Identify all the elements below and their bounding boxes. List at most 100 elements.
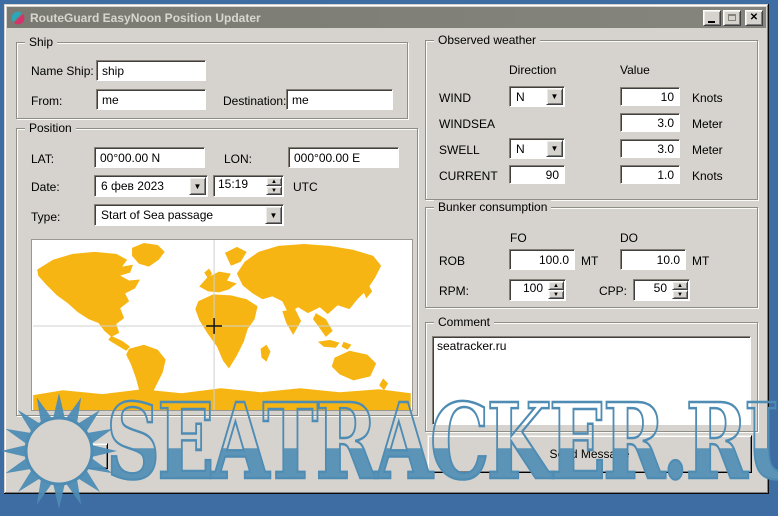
send-message-button[interactable]: Send Message bbox=[427, 435, 752, 473]
cpp-up-button[interactable]: ▲ bbox=[672, 281, 688, 290]
maximize-icon bbox=[728, 14, 736, 21]
comment-groupbox: Comment seatracker.ru bbox=[425, 322, 758, 432]
app-icon bbox=[10, 10, 26, 26]
name-ship-label: Name Ship: bbox=[31, 64, 94, 78]
swell-value-input[interactable] bbox=[620, 139, 680, 158]
window-title: RouteGuard EasyNoon Position Updater bbox=[30, 11, 701, 25]
current-value-input[interactable] bbox=[620, 165, 680, 184]
current-direction-input[interactable] bbox=[509, 165, 565, 184]
cpp-spinner[interactable]: 50 ▲ ▼ bbox=[633, 279, 690, 301]
date-value: 6 фев 2023 bbox=[95, 179, 188, 193]
chevron-down-icon: ▼ bbox=[677, 292, 683, 298]
type-value: Start of Sea passage bbox=[95, 208, 264, 222]
cpp-down-button[interactable]: ▼ bbox=[672, 290, 688, 299]
fo-header: FO bbox=[510, 231, 527, 245]
rpm-up-button[interactable]: ▲ bbox=[548, 281, 564, 290]
name-ship-input[interactable] bbox=[96, 60, 206, 81]
destination-input[interactable] bbox=[286, 89, 393, 110]
utc-label: UTC bbox=[293, 180, 318, 194]
ship-legend: Ship bbox=[25, 35, 57, 49]
value-header: Value bbox=[620, 63, 650, 77]
chevron-down-icon: ▼ bbox=[551, 144, 559, 153]
weather-legend: Observed weather bbox=[434, 33, 540, 47]
world-map-panel[interactable] bbox=[31, 239, 413, 411]
chevron-down-icon: ▼ bbox=[270, 211, 278, 220]
wind-value-input[interactable] bbox=[620, 87, 680, 106]
cpp-label: CPP: bbox=[599, 284, 627, 298]
minimize-button[interactable] bbox=[703, 10, 721, 26]
map-north-america bbox=[37, 252, 140, 337]
swell-direction-value: N bbox=[510, 142, 545, 156]
comment-legend: Comment bbox=[434, 315, 494, 329]
time-up-button[interactable]: ▲ bbox=[266, 177, 282, 186]
send-message-label: Send Message bbox=[549, 447, 629, 461]
date-label: Date: bbox=[31, 180, 60, 194]
date-dropdown-button[interactable]: ▼ bbox=[189, 177, 206, 195]
from-label: From: bbox=[31, 94, 62, 108]
time-value: 15:19 bbox=[214, 176, 265, 196]
direction-header: Direction bbox=[509, 63, 556, 77]
bunker-groupbox: Bunker consumption FO DO ROB MT MT RPM: … bbox=[425, 207, 758, 308]
lon-label: LON: bbox=[224, 152, 252, 166]
wind-unit-label: Knots bbox=[692, 91, 723, 105]
wind-label: WIND bbox=[439, 91, 471, 105]
map-greenland bbox=[132, 243, 165, 267]
time-down-button[interactable]: ▼ bbox=[266, 186, 282, 195]
from-input[interactable] bbox=[96, 89, 206, 110]
chevron-down-icon: ▼ bbox=[551, 92, 559, 101]
current-unit-label: Knots bbox=[692, 169, 723, 183]
type-dropdown-button[interactable]: ▼ bbox=[265, 206, 282, 224]
lon-input[interactable] bbox=[288, 147, 399, 168]
rpm-value: 100 bbox=[510, 280, 547, 300]
wind-direction-dropdown[interactable]: N ▼ bbox=[509, 86, 565, 107]
rpm-down-button[interactable]: ▼ bbox=[548, 290, 564, 299]
rob-label: ROB bbox=[439, 254, 465, 268]
rpm-label: RPM: bbox=[439, 284, 469, 298]
chevron-down-icon: ▼ bbox=[194, 182, 202, 191]
world-map bbox=[32, 240, 412, 410]
rpm-spinner[interactable]: 100 ▲ ▼ bbox=[509, 279, 566, 301]
maximize-button[interactable] bbox=[723, 10, 741, 26]
date-dropdown[interactable]: 6 фев 2023 ▼ bbox=[94, 175, 208, 197]
windsea-label: WINDSEA bbox=[439, 117, 495, 131]
close-button[interactable]: ✕ bbox=[745, 10, 763, 26]
weather-groupbox: Observed weather Direction Value WIND N … bbox=[425, 40, 758, 200]
windsea-value-input[interactable] bbox=[620, 113, 680, 132]
comment-textarea[interactable]: seatracker.ru bbox=[432, 336, 751, 425]
chevron-up-icon: ▲ bbox=[271, 179, 277, 185]
do-unit-label: MT bbox=[692, 254, 709, 268]
type-dropdown[interactable]: Start of Sea passage ▼ bbox=[94, 204, 284, 226]
ship-groupbox: Ship Name Ship: From: Destination: bbox=[16, 42, 408, 119]
rob-fo-input[interactable] bbox=[509, 249, 575, 270]
map-europe bbox=[199, 272, 237, 293]
fo-unit-label: MT bbox=[581, 254, 598, 268]
chevron-down-icon: ▼ bbox=[271, 188, 277, 194]
map-africa bbox=[195, 294, 257, 368]
current-label: CURRENT bbox=[439, 169, 498, 183]
chevron-up-icon: ▲ bbox=[677, 283, 683, 289]
time-spinner[interactable]: 15:19 ▲ ▼ bbox=[213, 175, 284, 197]
wind-direction-dropdown-button[interactable]: ▼ bbox=[546, 88, 563, 105]
bunker-legend: Bunker consumption bbox=[434, 200, 551, 214]
cpp-value: 50 bbox=[634, 280, 671, 300]
destination-label: Destination: bbox=[223, 94, 286, 108]
title-bar: RouteGuard EasyNoon Position Updater ✕ bbox=[7, 7, 766, 28]
type-label: Type: bbox=[31, 210, 60, 224]
lat-input[interactable] bbox=[94, 147, 205, 168]
do-header: DO bbox=[620, 231, 638, 245]
help-label: Help bbox=[58, 449, 83, 463]
map-australia bbox=[332, 351, 376, 381]
position-legend: Position bbox=[25, 121, 76, 135]
map-asia bbox=[237, 244, 381, 314]
close-icon: ✕ bbox=[750, 12, 758, 23]
map-antarctica bbox=[33, 388, 411, 410]
wind-direction-value: N bbox=[510, 90, 545, 104]
help-button[interactable]: Help bbox=[32, 443, 108, 469]
swell-direction-dropdown-button[interactable]: ▼ bbox=[546, 140, 563, 157]
swell-unit-label: Meter bbox=[692, 143, 723, 157]
position-groupbox: Position LAT: LON: Date: 6 фев 2023 ▼ 15… bbox=[16, 128, 418, 416]
swell-direction-dropdown[interactable]: N ▼ bbox=[509, 138, 565, 159]
rob-do-input[interactable] bbox=[620, 249, 686, 270]
app-window: RouteGuard EasyNoon Position Updater ✕ S… bbox=[4, 4, 769, 494]
lat-label: LAT: bbox=[31, 152, 54, 166]
